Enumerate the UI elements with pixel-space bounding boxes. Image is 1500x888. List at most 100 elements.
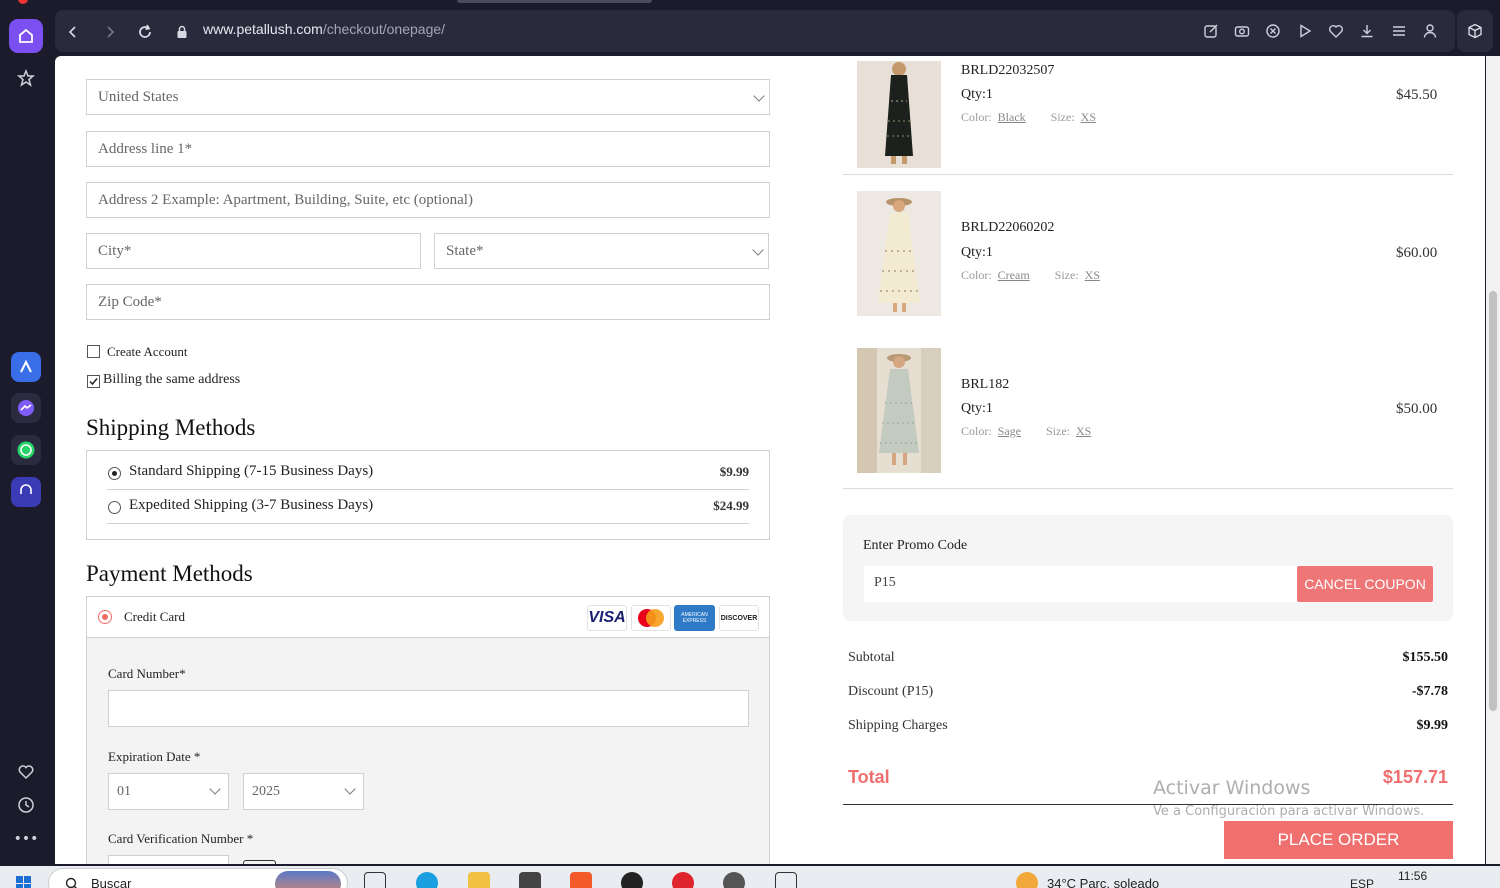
adblock-icon[interactable] bbox=[1263, 21, 1283, 41]
clock-time[interactable]: 11:56 bbox=[1398, 869, 1427, 883]
radio-expedited[interactable] bbox=[108, 501, 121, 514]
shipping-option-standard[interactable]: Standard Shipping (7-15 Business Days) $… bbox=[107, 457, 749, 490]
payment-methods-title: Payment Methods bbox=[86, 561, 253, 586]
profile-icon[interactable] bbox=[1420, 21, 1440, 41]
download-icon[interactable] bbox=[1357, 21, 1377, 41]
product-image-cream-dress[interactable] bbox=[857, 191, 941, 316]
product-price: $50.00 bbox=[1396, 401, 1438, 417]
address-line2-placeholder: Address 2 Example: Apartment, Building, … bbox=[98, 191, 473, 208]
cvv-card-icon bbox=[243, 860, 276, 864]
heart-outline-icon[interactable] bbox=[1326, 21, 1346, 41]
exp-month-select[interactable]: 01 bbox=[108, 773, 229, 810]
edit-icon[interactable] bbox=[1201, 21, 1221, 41]
chevron-down-icon bbox=[753, 90, 765, 102]
calculator-icon[interactable] bbox=[775, 872, 797, 888]
brave-icon[interactable] bbox=[570, 872, 592, 888]
app-icon[interactable] bbox=[621, 872, 643, 888]
taskbar-search[interactable]: Buscar bbox=[48, 868, 348, 888]
cancel-coupon-button[interactable]: CANCEL COUPON bbox=[1297, 566, 1433, 602]
state-select[interactable]: State* bbox=[434, 233, 769, 269]
chevron-down-icon bbox=[209, 783, 221, 795]
lock-icon[interactable] bbox=[172, 22, 192, 42]
product-sku[interactable]: BRLD22032507 bbox=[961, 63, 1054, 79]
search-highlight-icon bbox=[275, 871, 341, 888]
card-number-input[interactable] bbox=[108, 690, 749, 727]
windows-start-icon[interactable] bbox=[16, 876, 32, 888]
cvv-label: Card Verification Number * bbox=[108, 831, 254, 846]
camera-icon[interactable] bbox=[1232, 21, 1252, 41]
credit-card-option[interactable]: Credit Card VISA AMERICAN EXPRESS DISCOV… bbox=[87, 597, 769, 638]
radio-credit-card[interactable] bbox=[98, 610, 112, 624]
cvv-input[interactable] bbox=[108, 855, 229, 864]
opera-icon[interactable] bbox=[672, 872, 694, 888]
scrollbar-thumb[interactable] bbox=[1489, 291, 1497, 711]
product-image-sage-dress[interactable] bbox=[857, 348, 941, 473]
exp-year-select[interactable]: 2025 bbox=[243, 773, 364, 810]
product-sku[interactable]: BRL182 bbox=[961, 377, 1009, 393]
billing-same-checkbox[interactable] bbox=[87, 375, 100, 388]
search-icon bbox=[65, 877, 77, 888]
reload-icon[interactable] bbox=[135, 22, 155, 42]
star-icon[interactable] bbox=[9, 61, 43, 95]
history-icon[interactable] bbox=[9, 788, 43, 822]
shipping-option-price: $9.99 bbox=[719, 464, 749, 479]
zip-input[interactable]: Zip Code* bbox=[86, 284, 770, 320]
browser-sidebar: ••• bbox=[0, 0, 52, 866]
product-sku[interactable]: BRLD22060202 bbox=[961, 220, 1054, 236]
url-text[interactable]: www.petallush.com/checkout/onepage/ bbox=[203, 21, 445, 37]
shipping-charges-value: $9.99 bbox=[1416, 718, 1449, 733]
mail-icon[interactable] bbox=[519, 872, 541, 888]
whatsapp-icon[interactable] bbox=[11, 435, 41, 465]
place-order-button[interactable]: PLACE ORDER bbox=[1224, 821, 1453, 859]
heart-icon[interactable] bbox=[9, 755, 43, 789]
billing-same-label: Billing the same address bbox=[103, 372, 241, 387]
payment-methods-box: Credit Card VISA AMERICAN EXPRESS DISCOV… bbox=[86, 596, 770, 864]
app-icon[interactable] bbox=[723, 872, 745, 888]
product-size-link[interactable]: XS bbox=[1076, 424, 1091, 438]
product-price: $45.50 bbox=[1396, 87, 1438, 103]
home-icon[interactable] bbox=[9, 19, 43, 53]
page-scrollbar[interactable] bbox=[1486, 56, 1500, 864]
more-icon[interactable]: ••• bbox=[9, 822, 43, 856]
mastercard-logo-icon bbox=[631, 605, 671, 631]
country-select[interactable]: United States bbox=[86, 79, 770, 115]
file-explorer-icon[interactable] bbox=[468, 872, 490, 888]
address-line1-input[interactable]: Address line 1* bbox=[86, 131, 770, 167]
windows-taskbar: Buscar 34°C Parc. soleado ESP 11:56 bbox=[0, 866, 1500, 888]
discover-logo-icon: DISCOVER bbox=[719, 605, 759, 631]
back-icon[interactable] bbox=[63, 22, 83, 42]
address-line2-input[interactable]: Address 2 Example: Apartment, Building, … bbox=[86, 182, 770, 218]
language-indicator[interactable]: ESP bbox=[1350, 877, 1374, 888]
promo-code-input[interactable]: P15 bbox=[864, 566, 1298, 602]
forward-icon[interactable] bbox=[100, 22, 120, 42]
product-size-link[interactable]: XS bbox=[1085, 268, 1100, 282]
promo-code-label: Enter Promo Code bbox=[863, 538, 968, 553]
product-size-link[interactable]: XS bbox=[1081, 110, 1096, 124]
aria-app-icon[interactable] bbox=[11, 352, 41, 382]
easy-setup-icon[interactable] bbox=[1389, 21, 1409, 41]
product-price: $60.00 bbox=[1396, 245, 1438, 261]
address-bar[interactable]: www.petallush.com/checkout/onepage/ bbox=[55, 10, 1455, 52]
shipping-option-expedited[interactable]: Expedited Shipping (3-7 Business Days) $… bbox=[107, 491, 749, 524]
opera-logo-icon[interactable] bbox=[18, 0, 28, 4]
exp-year-value: 2025 bbox=[252, 784, 280, 799]
product-color-link[interactable]: Cream bbox=[998, 268, 1030, 282]
shipping-option-price: $24.99 bbox=[713, 498, 749, 513]
create-account-checkbox[interactable] bbox=[87, 345, 100, 358]
messenger-icon[interactable] bbox=[11, 393, 41, 423]
product-image-black-dress[interactable] bbox=[857, 56, 941, 177]
weather-icon bbox=[1016, 872, 1038, 888]
shipping-option-name: Standard Shipping (7-15 Business Days) bbox=[129, 463, 374, 479]
radio-standard[interactable] bbox=[108, 467, 121, 480]
edge-icon[interactable] bbox=[416, 872, 438, 888]
play-icon[interactable] bbox=[1295, 21, 1315, 41]
task-view-icon[interactable] bbox=[364, 872, 386, 888]
active-tab-indicator bbox=[457, 0, 652, 3]
product-color-link[interactable]: Sage bbox=[998, 424, 1021, 438]
extensions-icon[interactable] bbox=[1457, 10, 1493, 52]
weather-text[interactable]: 34°C Parc. soleado bbox=[1047, 876, 1159, 888]
music-player-icon[interactable] bbox=[11, 477, 41, 507]
total-label: Total bbox=[848, 767, 890, 787]
city-input[interactable]: City* bbox=[86, 233, 421, 269]
product-color-link[interactable]: Black bbox=[998, 110, 1026, 124]
